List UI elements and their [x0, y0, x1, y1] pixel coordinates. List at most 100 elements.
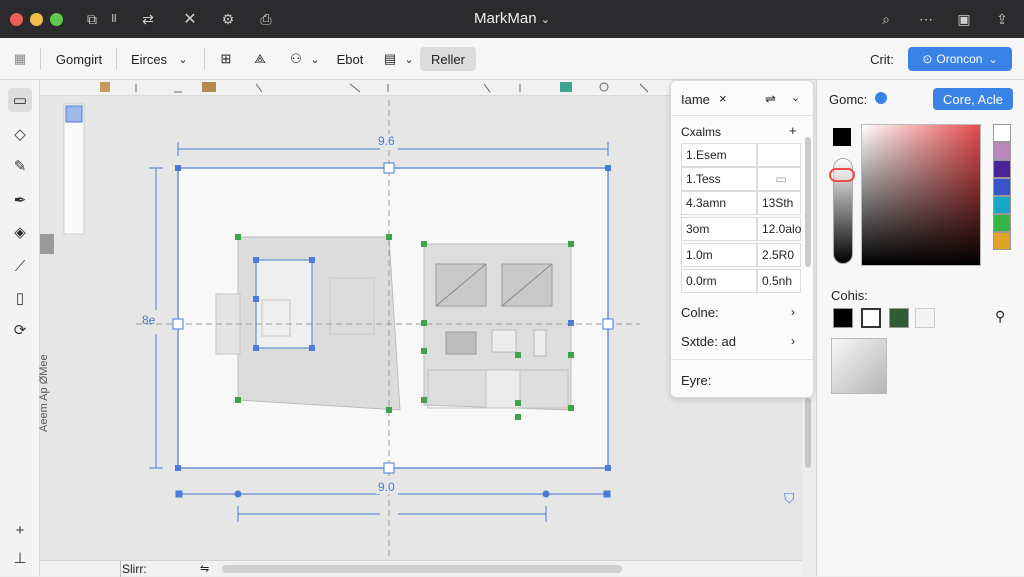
palette-swatch-4[interactable] [993, 196, 1011, 214]
table-cell[interactable]: 0.5nh [757, 269, 801, 293]
selection-handle [309, 345, 315, 351]
ruler-mark [639, 83, 649, 93]
table-cell[interactable]: 13Sth [757, 191, 801, 215]
color-panel-title: Gomc: [829, 92, 868, 107]
ruler-mark [255, 83, 263, 93]
dimension-top-label: 9.6 [376, 134, 397, 148]
selection-handle [253, 296, 259, 302]
pin-icon[interactable]: ⚲ [995, 308, 1005, 325]
color-panel: Gomc: Core, Acle Cohis: ⚲ [816, 80, 1024, 576]
selection-handle [568, 320, 574, 326]
green-handle [421, 348, 427, 354]
corner-handle [605, 465, 611, 471]
status-text: Slirr: [122, 562, 147, 576]
shield-icon[interactable]: ⛉ [784, 490, 795, 507]
panel-footer: Eyre: [681, 373, 712, 388]
color-swatch-black[interactable] [833, 308, 853, 328]
ruler-mark [483, 83, 491, 93]
green-handle [386, 234, 392, 240]
status-icon[interactable]: ⇋ [200, 562, 209, 575]
chevron-right-icon[interactable]: › [791, 305, 795, 319]
panel-link-sxtde[interactable]: Sxtde: ad [681, 334, 736, 349]
palette-swatch-3[interactable] [993, 178, 1011, 196]
color-swatch-white[interactable] [861, 308, 881, 328]
table-cell[interactable]: 3om [681, 217, 757, 241]
add-row-icon[interactable]: + [789, 123, 797, 138]
artboard-handle [383, 162, 395, 174]
toggle-icon[interactable]: ▭ [757, 167, 801, 191]
selection-handle [253, 345, 259, 351]
green-handle [568, 352, 574, 358]
panel-link-colne[interactable]: Colne: [681, 305, 719, 320]
table-cell[interactable]: 1.0m [681, 243, 757, 267]
table-cell[interactable]: 0.0rm [681, 269, 757, 293]
green-handle [515, 400, 521, 406]
info-icon[interactable] [875, 92, 887, 104]
green-handle [421, 397, 427, 403]
selection-handle [309, 257, 315, 263]
green-handle [421, 241, 427, 247]
ruler-mark [100, 82, 110, 92]
vertical-scroll-thumb[interactable] [805, 398, 811, 468]
widget-box [485, 369, 521, 409]
green-handle [386, 407, 392, 413]
artboard-handle [383, 462, 395, 474]
palette-swatch-2[interactable] [993, 160, 1011, 178]
widget-box [533, 329, 547, 357]
color-picker-field[interactable] [861, 124, 981, 266]
table-cell[interactable]: 1.Tess [681, 167, 757, 191]
palette-swatch-6[interactable] [993, 232, 1011, 250]
table-cell[interactable]: 12.0alo [757, 217, 801, 241]
gradient-preview[interactable] [831, 338, 887, 394]
vertical-ruler-label: Aeem Ap ØMee [38, 354, 50, 432]
selected-inner[interactable] [255, 259, 313, 349]
table-cell[interactable] [757, 143, 801, 167]
table-cell[interactable]: 1.Esem [681, 143, 757, 167]
side-handle[interactable] [40, 234, 54, 254]
ruler-mark [560, 82, 572, 92]
corner-handle [175, 165, 181, 171]
green-handle [235, 234, 241, 240]
green-handle [568, 405, 574, 411]
artboard-handle [602, 318, 614, 330]
green-handle [568, 241, 574, 247]
widget-box [445, 331, 477, 355]
properties-panel: Iame × ⇌ ⌄ Cxalms + 1.Esem 1.Tess ▭ 4.3a… [670, 80, 814, 398]
green-handle [235, 397, 241, 403]
panel-title: Iame [681, 92, 710, 107]
panel-scroll-thumb[interactable] [805, 137, 811, 267]
green-handle [515, 414, 521, 420]
panel-close-icon[interactable]: × [719, 91, 727, 106]
active-color-swatch[interactable] [833, 128, 851, 146]
widget-box [491, 329, 517, 353]
horizontal-scrollbar[interactable] [222, 565, 622, 573]
selection-handle [253, 257, 259, 263]
layer-strip[interactable] [63, 103, 85, 235]
ruler-mark [349, 83, 361, 93]
corner-handle [605, 165, 611, 171]
table-cell[interactable]: 2.5R0 [757, 243, 801, 267]
green-handle [421, 320, 427, 326]
corner-handle [175, 465, 181, 471]
palette-swatch-1[interactable] [993, 142, 1011, 160]
layer-thumb[interactable] [65, 105, 83, 123]
core-acle-button[interactable]: Core, Acle [933, 88, 1013, 110]
chevron-right-icon[interactable]: › [791, 334, 795, 348]
chevron-down-icon[interactable]: ⌄ [791, 91, 800, 104]
status-bar: Slirr: ⇋ [40, 560, 802, 577]
dimension-left-label: 8e [142, 313, 156, 327]
table-cell[interactable]: 4.3amn [681, 191, 757, 215]
export-icon[interactable]: ⇌ [765, 91, 776, 107]
artboard-handle [172, 318, 184, 330]
palette-swatch-0[interactable] [993, 124, 1011, 142]
dimension-bottom-label: 9.0 [376, 480, 397, 494]
ruler-mark [202, 82, 216, 92]
brightness-slider-knob[interactable] [829, 168, 855, 182]
color-swatch-green[interactable] [889, 308, 909, 328]
section-label: Cxalms [681, 125, 722, 139]
color-swatch-light[interactable] [915, 308, 935, 328]
palette-swatch-5[interactable] [993, 214, 1011, 232]
colors-label: Cohis: [831, 288, 868, 303]
green-handle [515, 352, 521, 358]
ruler-mark [599, 82, 609, 92]
